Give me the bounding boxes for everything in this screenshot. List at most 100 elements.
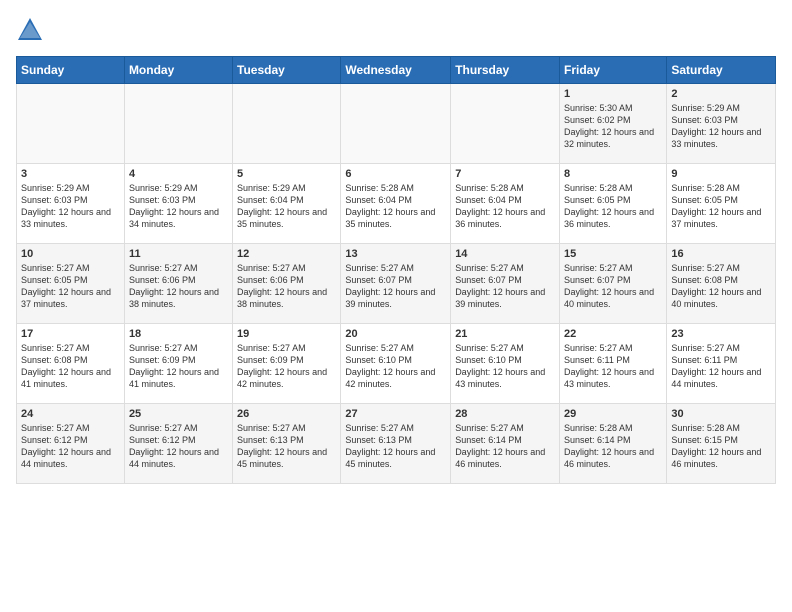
calendar-cell: 23 Sunrise: 5:27 AMSunset: 6:11 PMDayligh… (667, 324, 776, 404)
calendar-cell: 13 Sunrise: 5:27 AMSunset: 6:07 PMDayligh… (341, 244, 451, 324)
day-info: Sunrise: 5:27 AMSunset: 6:08 PMDaylight:… (21, 342, 120, 391)
day-info: Sunrise: 5:27 AMSunset: 6:06 PMDaylight:… (237, 262, 336, 311)
day-number: 19 (237, 328, 336, 340)
calendar-cell: 19 Sunrise: 5:27 AMSunset: 6:09 PMDayligh… (233, 324, 341, 404)
calendar-cell: 4 Sunrise: 5:29 AMSunset: 6:03 PMDaylight… (124, 164, 232, 244)
calendar-week-row: 17 Sunrise: 5:27 AMSunset: 6:08 PMDayligh… (17, 324, 776, 404)
day-number: 23 (671, 328, 771, 340)
calendar-cell: 21Sunrise: 5:27 AMSunset: 6:10 PMDayligh… (451, 324, 560, 404)
weekday-header-thursday: Thursday (451, 57, 560, 84)
day-number: 2 (671, 88, 771, 100)
day-info: Sunrise: 5:28 AMSunset: 6:14 PMDaylight:… (564, 422, 662, 471)
calendar-cell: 16Sunrise: 5:27 AMSunset: 6:08 PMDayligh… (667, 244, 776, 324)
day-info: Sunrise: 5:29 AMSunset: 6:03 PMDaylight:… (21, 182, 120, 231)
day-info: Sunrise: 5:30 AMSunset: 6:02 PMDaylight:… (564, 102, 662, 151)
day-info: Sunrise: 5:27 AMSunset: 6:09 PMDaylight:… (129, 342, 228, 391)
day-info: Sunrise: 5:27 AMSunset: 6:11 PMDaylight:… (564, 342, 662, 391)
calendar-cell: 10 Sunrise: 5:27 AMSunset: 6:05 PMDayligh… (17, 244, 125, 324)
day-number: 1 (564, 88, 662, 100)
day-info: Sunrise: 5:29 AMSunset: 6:03 PMDaylight:… (671, 102, 771, 151)
calendar-week-row: 10 Sunrise: 5:27 AMSunset: 6:05 PMDayligh… (17, 244, 776, 324)
calendar-cell: 25 Sunrise: 5:27 AMSunset: 6:12 PMDayligh… (124, 404, 232, 484)
logo (16, 16, 48, 44)
calendar-cell: 5Sunrise: 5:29 AMSunset: 6:04 PMDaylight… (233, 164, 341, 244)
calendar-cell: 11 Sunrise: 5:27 AMSunset: 6:06 PMDayligh… (124, 244, 232, 324)
day-number: 29 (564, 408, 662, 420)
calendar-cell: 24Sunrise: 5:27 AMSunset: 6:12 PMDayligh… (17, 404, 125, 484)
day-number: 13 (345, 248, 446, 260)
day-number: 6 (345, 168, 446, 180)
day-info: Sunrise: 5:27 AMSunset: 6:12 PMDaylight:… (129, 422, 228, 471)
calendar-cell: 8 Sunrise: 5:28 AMSunset: 6:05 PMDaylight… (560, 164, 667, 244)
weekday-header-sunday: Sunday (17, 57, 125, 84)
calendar-cell: 18 Sunrise: 5:27 AMSunset: 6:09 PMDayligh… (124, 324, 232, 404)
day-info: Sunrise: 5:28 AMSunset: 6:05 PMDaylight:… (564, 182, 662, 231)
day-info: Sunrise: 5:27 AMSunset: 6:11 PMDaylight:… (671, 342, 771, 391)
day-info: Sunrise: 5:27 AMSunset: 6:13 PMDaylight:… (237, 422, 336, 471)
calendar-cell: 27 Sunrise: 5:27 AMSunset: 6:13 PMDayligh… (341, 404, 451, 484)
day-number: 25 (129, 408, 228, 420)
calendar-cell: 14 Sunrise: 5:27 AMSunset: 6:07 PMDayligh… (451, 244, 560, 324)
day-number: 24 (21, 408, 120, 420)
weekday-header-wednesday: Wednesday (341, 57, 451, 84)
calendar-cell (124, 84, 232, 164)
day-info: Sunrise: 5:29 AMSunset: 6:03 PMDaylight:… (129, 182, 228, 231)
day-number: 26 (237, 408, 336, 420)
calendar-cell: 30 Sunrise: 5:28 AMSunset: 6:15 PMDayligh… (667, 404, 776, 484)
calendar-week-row: 1 Sunrise: 5:30 AMSunset: 6:02 PMDaylight… (17, 84, 776, 164)
day-info: Sunrise: 5:27 AMSunset: 6:06 PMDaylight:… (129, 262, 228, 311)
day-info: Sunrise: 5:27 AMSunset: 6:14 PMDaylight:… (455, 422, 555, 471)
day-number: 30 (671, 408, 771, 420)
day-number: 17 (21, 328, 120, 340)
day-number: 27 (345, 408, 446, 420)
day-info: Sunrise: 5:28 AMSunset: 6:15 PMDaylight:… (671, 422, 771, 471)
calendar-cell: 22 Sunrise: 5:27 AMSunset: 6:11 PMDayligh… (560, 324, 667, 404)
day-info: Sunrise: 5:27 AMSunset: 6:07 PMDaylight:… (455, 262, 555, 311)
logo-icon (16, 16, 44, 44)
calendar-cell (451, 84, 560, 164)
weekday-header-monday: Monday (124, 57, 232, 84)
day-info: Sunrise: 5:28 AMSunset: 6:04 PMDaylight:… (455, 182, 555, 231)
day-number: 11 (129, 248, 228, 260)
day-number: 28 (455, 408, 555, 420)
day-info: Sunrise: 5:27 AMSunset: 6:13 PMDaylight:… (345, 422, 446, 471)
calendar-cell: 29 Sunrise: 5:28 AMSunset: 6:14 PMDayligh… (560, 404, 667, 484)
day-number: 10 (21, 248, 120, 260)
day-info: Sunrise: 5:27 AMSunset: 6:07 PMDaylight:… (345, 262, 446, 311)
day-info: Sunrise: 5:27 AMSunset: 6:10 PMDaylight:… (345, 342, 446, 391)
calendar-table: SundayMondayTuesdayWednesdayThursdayFrid… (16, 56, 776, 484)
day-info: Sunrise: 5:27 AMSunset: 6:05 PMDaylight:… (21, 262, 120, 311)
calendar-cell (17, 84, 125, 164)
day-number: 3 (21, 168, 120, 180)
day-number: 18 (129, 328, 228, 340)
weekday-header-row: SundayMondayTuesdayWednesdayThursdayFrid… (17, 57, 776, 84)
page-header (16, 16, 776, 44)
calendar-cell: 1 Sunrise: 5:30 AMSunset: 6:02 PMDaylight… (560, 84, 667, 164)
calendar-cell: 7 Sunrise: 5:28 AMSunset: 6:04 PMDaylight… (451, 164, 560, 244)
day-number: 5 (237, 168, 336, 180)
calendar-cell: 28 Sunrise: 5:27 AMSunset: 6:14 PMDayligh… (451, 404, 560, 484)
day-info: Sunrise: 5:28 AMSunset: 6:04 PMDaylight:… (345, 182, 446, 231)
calendar-week-row: 24 Sunrise: 5:27 AMSunset: 6:12 PMDayligh… (17, 404, 776, 484)
day-info: Sunrise: 5:27 AMSunset: 6:09 PMDaylight:… (237, 342, 336, 391)
day-number: 8 (564, 168, 662, 180)
day-number: 22 (564, 328, 662, 340)
calendar-cell: 17 Sunrise: 5:27 AMSunset: 6:08 PMDayligh… (17, 324, 125, 404)
day-info: Sunrise: 5:28 AMSunset: 6:05 PMDaylight:… (671, 182, 771, 231)
day-number: 7 (455, 168, 555, 180)
day-number: 4 (129, 168, 228, 180)
day-number: 14 (455, 248, 555, 260)
day-number: 15 (564, 248, 662, 260)
calendar-cell: 3 Sunrise: 5:29 AMSunset: 6:03 PMDaylight… (17, 164, 125, 244)
calendar-cell (341, 84, 451, 164)
weekday-header-friday: Friday (560, 57, 667, 84)
day-number: 9 (671, 168, 771, 180)
calendar-week-row: 3 Sunrise: 5:29 AMSunset: 6:03 PMDaylight… (17, 164, 776, 244)
calendar-cell: 20 Sunrise: 5:27 AMSunset: 6:10 PMDayligh… (341, 324, 451, 404)
calendar-cell: 6 Sunrise: 5:28 AMSunset: 6:04 PMDaylight… (341, 164, 451, 244)
weekday-header-saturday: Saturday (667, 57, 776, 84)
calendar-cell (233, 84, 341, 164)
day-info: Sunrise: 5:27 AMSunset: 6:08 PMDaylight:… (671, 262, 771, 311)
day-number: 21 (455, 328, 555, 340)
day-number: 20 (345, 328, 446, 340)
